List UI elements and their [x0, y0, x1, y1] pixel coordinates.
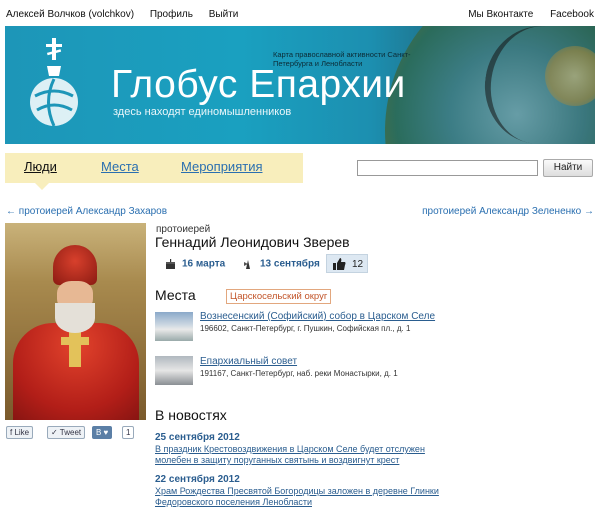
birthday: 16 марта	[165, 258, 225, 270]
place-address: 191167, Санкт-Петербург, наб. реки Монас…	[200, 369, 398, 378]
place-link[interactable]: Вознесенский (Софийский) собор в Царском…	[200, 311, 435, 322]
user-links: Алексей Волчков (volchkov) Профиль Выйти	[6, 9, 251, 20]
next-person-link[interactable]: протоиерей Александр Зелененко →	[422, 206, 594, 217]
facebook-like-button[interactable]: f Like	[6, 426, 34, 439]
place-address: 196602, Санкт-Петербург, г. Пушкин, Софи…	[200, 324, 411, 333]
angel-icon	[244, 259, 250, 269]
site-title: Глобус Епархии	[111, 63, 406, 106]
photo-mitre	[53, 245, 97, 285]
district-tag[interactable]: Царскосельский округ	[226, 289, 332, 304]
search-input[interactable]	[357, 160, 538, 176]
twitter-icon: ✓	[51, 428, 60, 437]
search-button[interactable]: Найти	[543, 159, 593, 177]
tab-places[interactable]: Места	[101, 159, 139, 174]
active-tab-pointer	[35, 183, 49, 190]
user-name-link[interactable]: Алексей Волчков (volchkov)	[6, 9, 134, 20]
news-heading: В новостях	[155, 407, 227, 423]
vk-link[interactable]: Мы Вконтакте	[468, 9, 533, 20]
photo-beard	[55, 303, 95, 333]
photo-cross	[61, 327, 89, 367]
tab-people[interactable]: Люди	[24, 159, 57, 174]
site-logo-icon	[30, 38, 78, 127]
facebook-link[interactable]: Facebook	[550, 9, 594, 20]
top-bar: Алексей Волчков (volchkov) Профиль Выйти…	[0, 0, 600, 26]
news-date: 25 сентября 2012	[155, 432, 240, 443]
news-link[interactable]: В праздник Крестовоздвижения в Царском С…	[155, 444, 455, 466]
logout-link[interactable]: Выйти	[209, 9, 239, 20]
like-button[interactable]: 12	[326, 254, 368, 273]
news-date: 22 сентября 2012	[155, 474, 240, 485]
prev-person-link[interactable]: ← протоиерей Александр Захаров	[6, 206, 167, 217]
main-nav: Люди Места Мероприятия	[5, 153, 303, 190]
social-links: Мы Вконтакте Facebook	[454, 9, 594, 20]
place-thumbnail[interactable]	[155, 356, 193, 385]
person-name: Геннадий Леонидович Зверев	[155, 234, 350, 250]
site-tagline: здесь находят единомышленников	[113, 106, 292, 118]
place-thumbnail[interactable]	[155, 312, 193, 341]
tweet-button[interactable]: ✓ Tweet	[47, 426, 86, 439]
cake-icon	[166, 258, 175, 269]
like-count: 12	[352, 259, 364, 270]
thumbs-up-icon	[333, 258, 346, 270]
place-link[interactable]: Епархиальный совет	[200, 356, 297, 367]
vk-like-button[interactable]: В ♥	[92, 426, 113, 439]
birthday-date[interactable]: 16 марта	[182, 259, 225, 270]
person-photo	[5, 223, 146, 420]
site-banner[interactable]: Карта православной активности Санкт-Пете…	[5, 26, 595, 144]
profile-link[interactable]: Профиль	[150, 9, 193, 20]
name-day-date[interactable]: 13 сентября	[260, 259, 320, 270]
places-heading: Места	[155, 287, 196, 303]
name-day: 13 сентября	[243, 258, 320, 270]
tab-events[interactable]: Мероприятия	[181, 159, 263, 174]
tweet-label: Tweet	[59, 428, 82, 437]
facebook-like-label: Like	[14, 428, 30, 437]
news-link[interactable]: Храм Рождества Пресвятой Богородицы зало…	[155, 486, 455, 508]
vk-like-count: 1	[122, 426, 135, 439]
